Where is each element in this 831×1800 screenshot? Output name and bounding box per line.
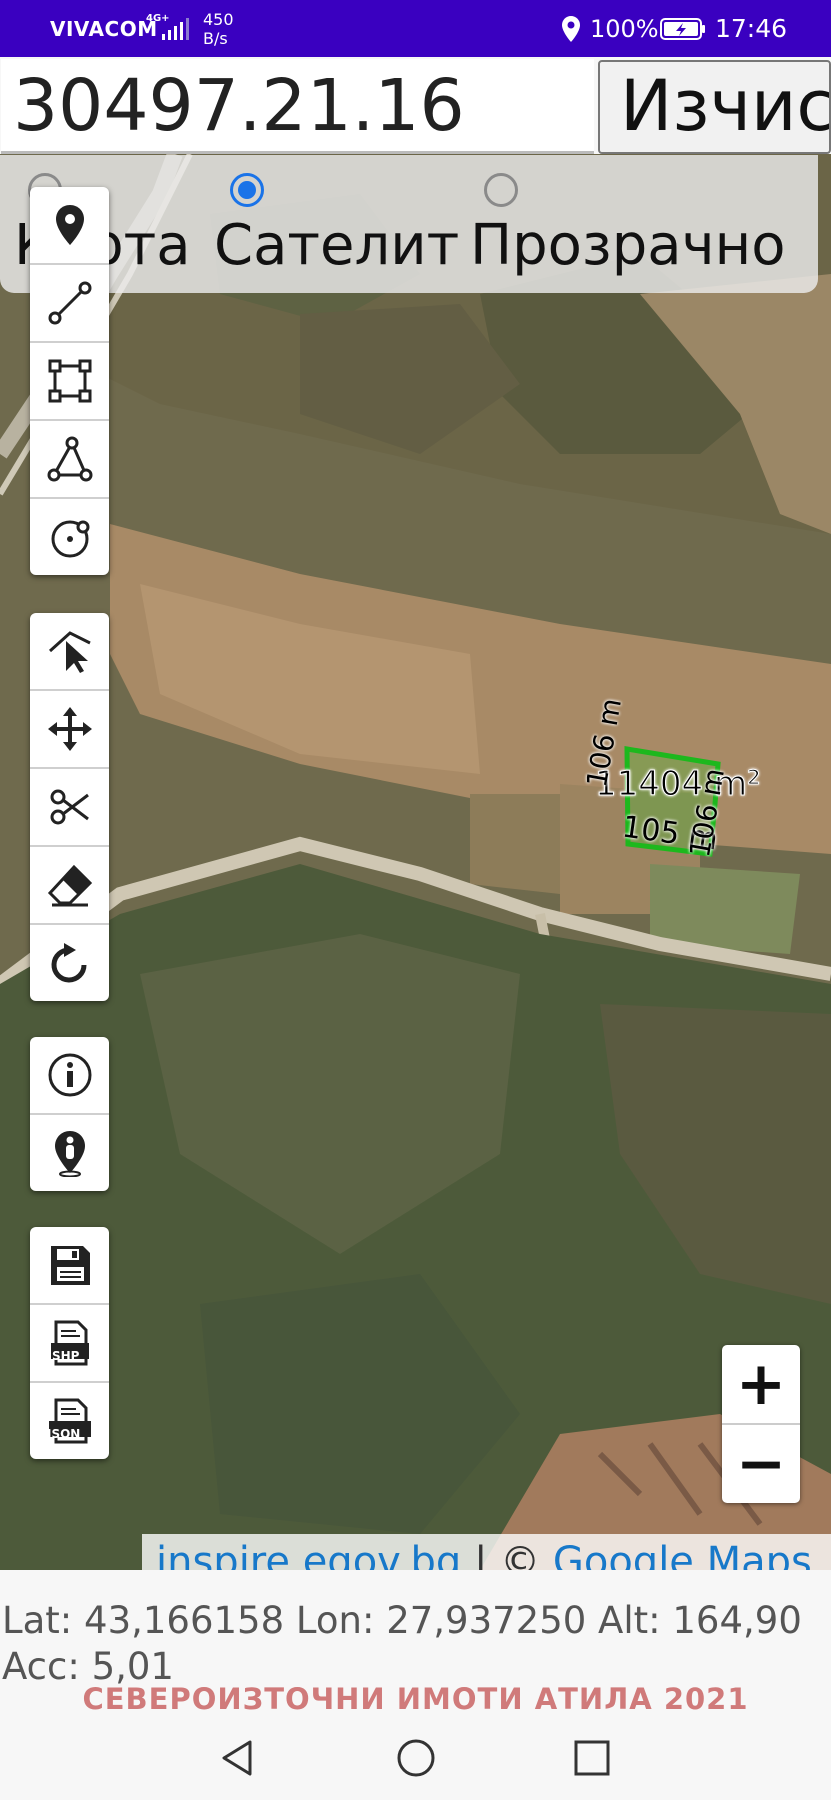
- recents-icon[interactable]: [570, 1736, 614, 1780]
- export-json-button[interactable]: JSON: [30, 1383, 109, 1459]
- angle-tool-button[interactable]: [30, 421, 109, 499]
- location-icon: [562, 16, 580, 42]
- alt-label: Alt:: [598, 1599, 661, 1642]
- rotate-icon: [51, 943, 86, 983]
- clock: 17:46: [715, 14, 788, 43]
- save-icon: [50, 1246, 90, 1285]
- back-icon[interactable]: [216, 1736, 260, 1780]
- parcel-area-label: 11404 m²: [595, 764, 762, 805]
- info-button[interactable]: [30, 1037, 109, 1115]
- satellite-map[interactable]: 11404 m² 106 m 105 m 106 m: [0, 154, 831, 1570]
- attribution-provider-link[interactable]: Google Maps: [553, 1539, 812, 1570]
- status-bar: VIVACOM 4G+ 450 B/s 100% 17:46: [0, 0, 831, 57]
- map-type-selector: Карта Сателит Прозрачно: [0, 155, 818, 293]
- signal-icon: [162, 18, 189, 40]
- system-nav-bar: [0, 1718, 831, 1800]
- lat-value: 43,166158: [84, 1599, 285, 1642]
- marker-tool-button[interactable]: [30, 187, 109, 265]
- battery-percent: 100%: [590, 15, 659, 43]
- move-icon: [47, 707, 92, 751]
- radio-label-satellite[interactable]: Сателит: [214, 213, 459, 278]
- json-label: JSON: [47, 1427, 81, 1441]
- my-location-icon: [54, 1131, 85, 1177]
- info-icon: [48, 1053, 91, 1097]
- eraser-button[interactable]: [30, 847, 109, 925]
- circle-icon: [51, 520, 89, 558]
- speed-unit: B/s: [203, 29, 228, 48]
- alt-value: 164,90: [672, 1599, 802, 1642]
- lon-label: Lon:: [295, 1599, 375, 1642]
- scissors-icon: [50, 789, 89, 825]
- zoom-control: + −: [722, 1345, 800, 1503]
- polygon-icon: [48, 359, 91, 403]
- line-tool-button[interactable]: [30, 265, 109, 343]
- export-shp-button[interactable]: SHP: [30, 1305, 109, 1383]
- move-button[interactable]: [30, 691, 109, 769]
- angle-icon: [47, 436, 92, 482]
- edit-vertex-icon: [48, 631, 91, 673]
- draw-tools-group: [30, 187, 109, 575]
- save-button[interactable]: [30, 1227, 109, 1305]
- battery-charging-icon: [660, 18, 705, 40]
- radio-label-transparent[interactable]: Прозрачно: [470, 213, 786, 278]
- map-imagery: [0, 154, 831, 1570]
- rotate-button[interactable]: [30, 925, 109, 1001]
- my-location-button[interactable]: [30, 1115, 109, 1191]
- home-icon[interactable]: [394, 1736, 438, 1780]
- map-attribution: inspire.egov.bg | © Google Maps: [142, 1534, 831, 1570]
- zoom-in-button[interactable]: +: [722, 1345, 800, 1425]
- gps-readout: Lat: 43,166158 Lon: 27,937250 Alt: 164,9…: [2, 1598, 831, 1690]
- cut-button[interactable]: [30, 769, 109, 847]
- speed-value: 450: [203, 10, 234, 29]
- eraser-icon: [47, 864, 92, 907]
- app-footer-title: СЕВЕРОИЗТОЧНИ ИМОТИ АТИЛА 2021: [82, 1682, 749, 1716]
- marker-icon: [55, 205, 84, 245]
- attribution-source-link[interactable]: inspire.egov.bg: [156, 1539, 461, 1570]
- line-icon: [48, 281, 91, 325]
- calculate-button[interactable]: Изчис: [598, 60, 831, 154]
- app-screen: VIVACOM 4G+ 450 B/s 100% 17:46 30497.21.…: [0, 0, 831, 1800]
- edit-tools-group: [30, 613, 109, 1001]
- export-tools-group: SHP JSON: [30, 1227, 109, 1459]
- edit-vertex-button[interactable]: [30, 613, 109, 691]
- radio-transparent[interactable]: [484, 173, 518, 207]
- attribution-separator: | ©: [461, 1539, 553, 1570]
- polygon-tool-button[interactable]: [30, 343, 109, 421]
- info-tools-group: [30, 1037, 109, 1191]
- lon-value: 27,937250: [386, 1599, 587, 1642]
- radio-satellite[interactable]: [230, 173, 264, 207]
- zoom-out-button[interactable]: −: [722, 1425, 800, 1503]
- circle-tool-button[interactable]: [30, 499, 109, 575]
- cadastral-id-input[interactable]: 30497.21.16: [1, 59, 594, 154]
- lat-label: Lat:: [2, 1599, 73, 1642]
- shp-label: SHP: [52, 1349, 80, 1363]
- network-speed: 450 B/s: [203, 10, 234, 48]
- carrier-name: VIVACOM: [50, 17, 158, 41]
